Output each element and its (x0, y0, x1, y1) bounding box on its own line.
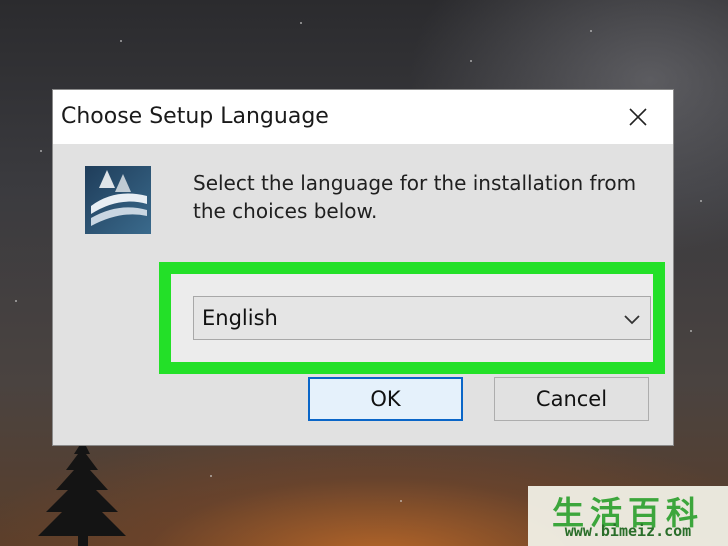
tree-silhouette (38, 440, 126, 546)
language-dropdown[interactable]: English (193, 296, 651, 340)
dialog-message: Select the language for the installation… (193, 169, 643, 225)
close-button[interactable] (621, 100, 655, 134)
ok-button[interactable]: OK (308, 377, 463, 421)
title-bar: Choose Setup Language (53, 90, 673, 144)
cancel-button[interactable]: Cancel (494, 377, 649, 421)
close-icon (629, 108, 647, 126)
dialog-body: Select the language for the installation… (53, 144, 673, 445)
watermark-url: www.bimeiz.com (564, 522, 692, 540)
dialog-title: Choose Setup Language (61, 104, 329, 129)
chevron-down-icon (624, 315, 640, 325)
installer-logo-icon (85, 166, 151, 234)
message-line-1: Select the language for the installation… (193, 171, 637, 195)
watermark: 生活百科 www.bimeiz.com (528, 486, 728, 546)
language-selected-value: English (202, 306, 278, 330)
message-line-2: the choices below. (193, 199, 378, 223)
setup-language-dialog: Choose Setup Language Select the languag… (52, 89, 674, 446)
